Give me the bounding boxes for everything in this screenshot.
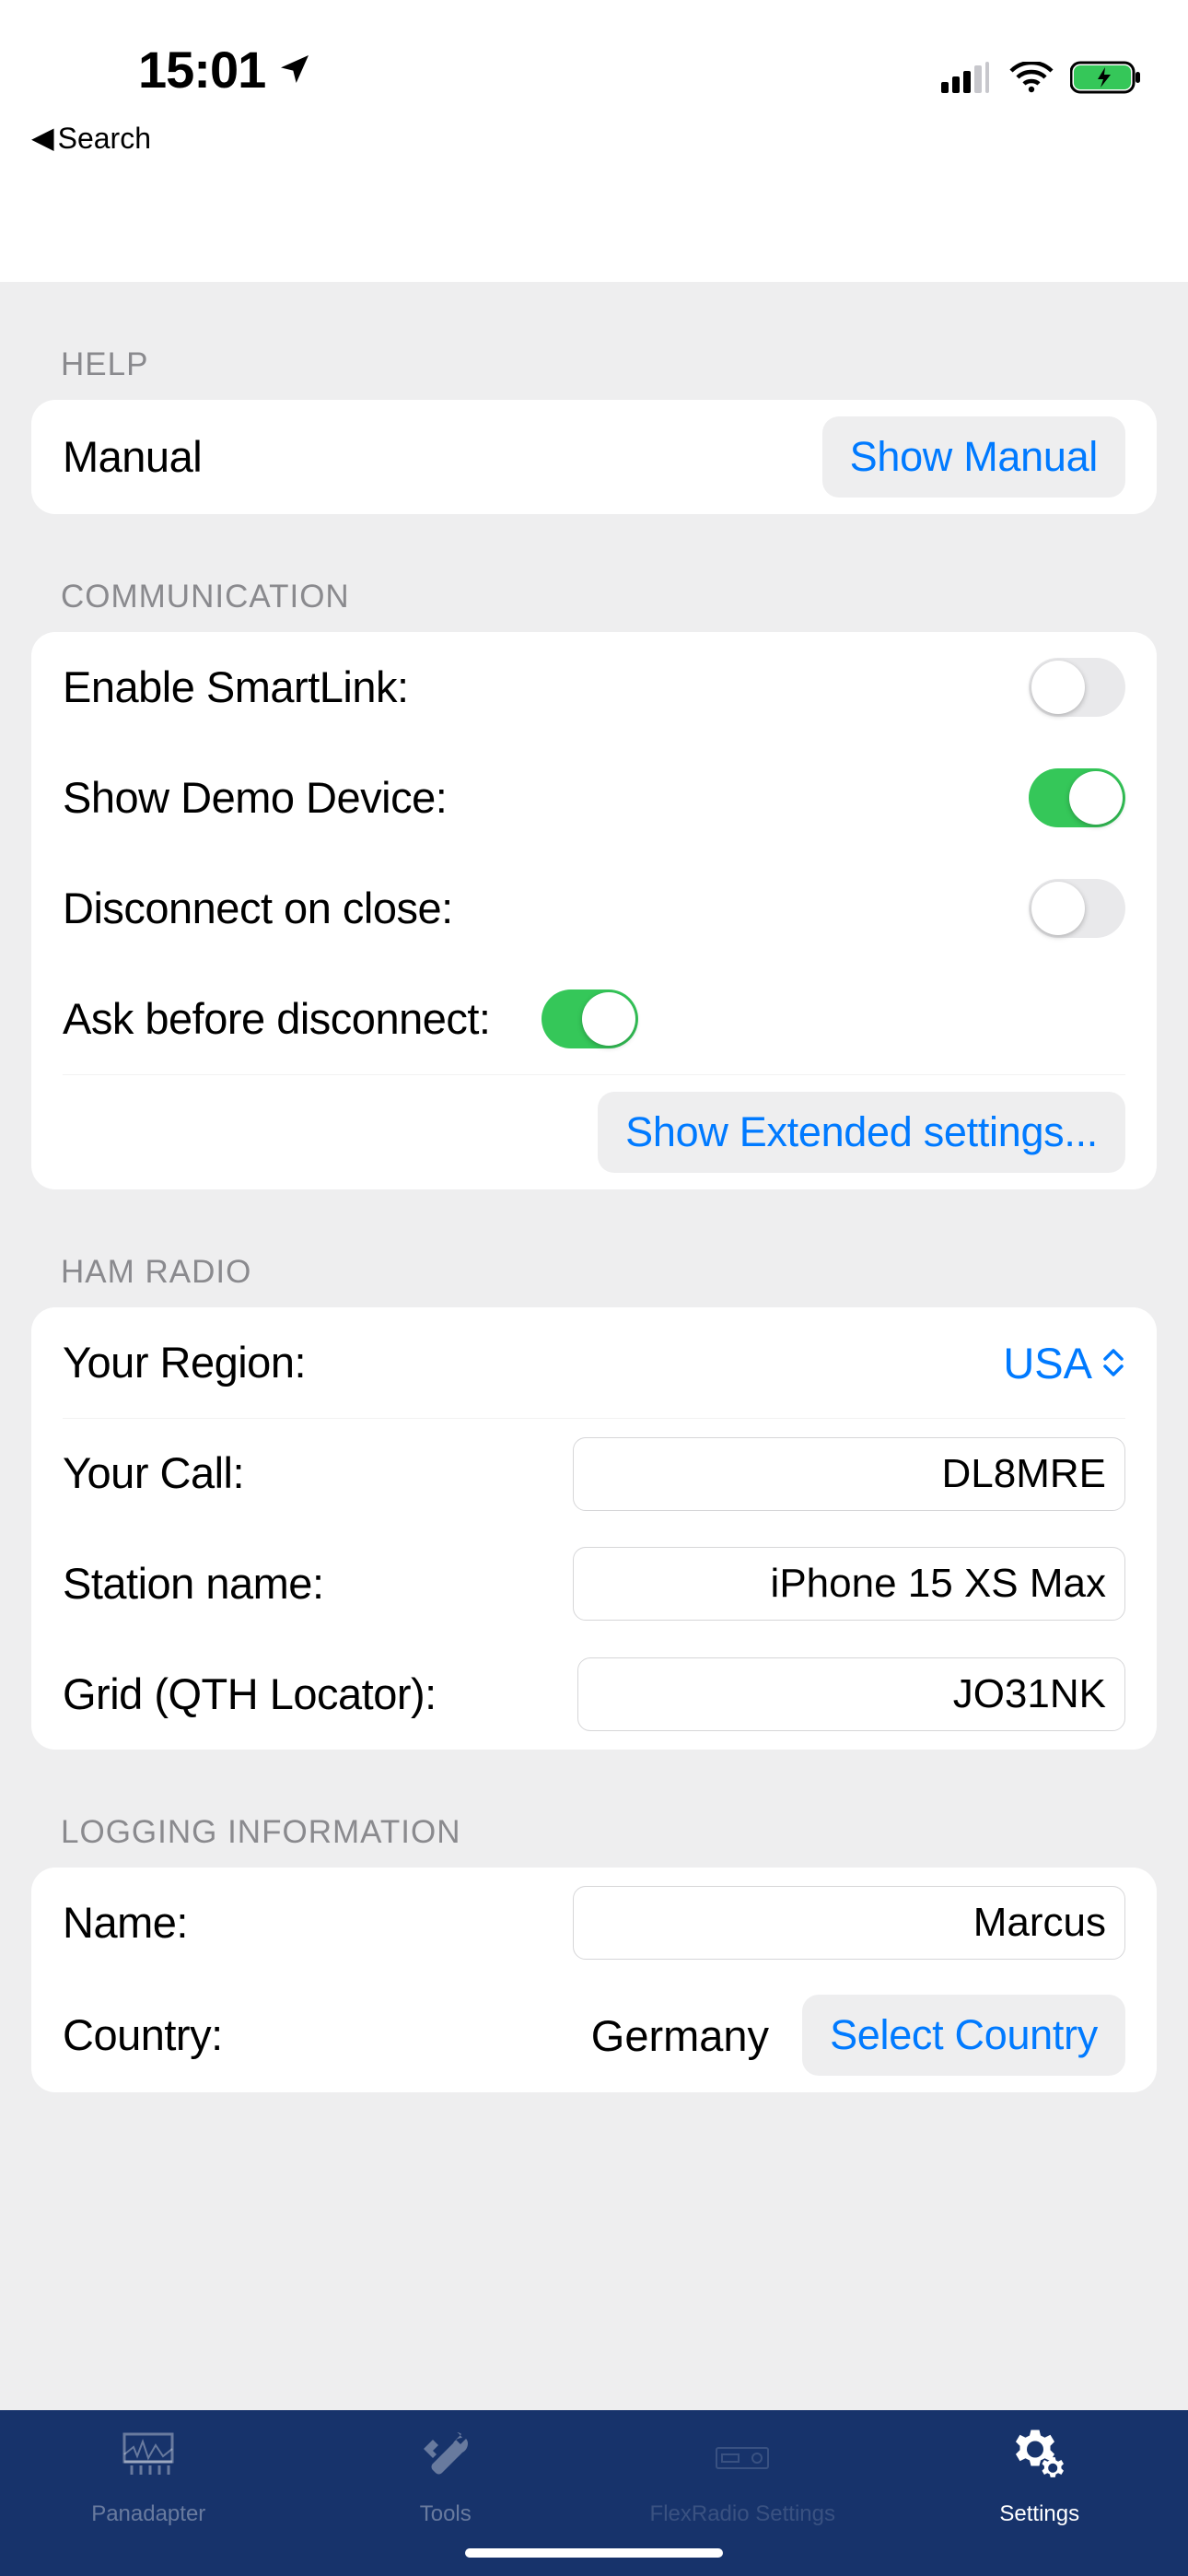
ask-before-disconnect-row: Ask before disconnect: bbox=[63, 964, 1125, 1074]
grid-locator-row: Grid (QTH Locator): bbox=[63, 1639, 1125, 1750]
tab-tools[interactable]: Tools bbox=[297, 2429, 595, 2527]
tab-settings[interactable]: Settings bbox=[891, 2429, 1188, 2527]
ask-before-disconnect-toggle[interactable] bbox=[542, 989, 638, 1048]
section-header-help: HELP bbox=[0, 282, 1188, 400]
logging-country-label: Country: bbox=[63, 2008, 250, 2063]
communication-card: Enable SmartLink: Show Demo Device: Disc… bbox=[31, 632, 1157, 1189]
region-row: Your Region: USA bbox=[63, 1307, 1125, 1418]
tools-icon bbox=[416, 2429, 475, 2494]
chevron-up-down-icon bbox=[1101, 1348, 1125, 1377]
header-spacer bbox=[0, 166, 1188, 282]
manual-row: Manual Show Manual bbox=[63, 400, 1125, 514]
help-card: Manual Show Manual bbox=[31, 400, 1157, 514]
location-arrow-icon bbox=[276, 40, 313, 100]
enable-smartlink-row: Enable SmartLink: bbox=[63, 632, 1125, 743]
disconnect-on-close-label: Disconnect on close: bbox=[63, 882, 1029, 936]
wifi-icon bbox=[1009, 62, 1054, 98]
logging-card: Name: Country: Germany Select Country bbox=[31, 1868, 1157, 2092]
select-country-button[interactable]: Select Country bbox=[802, 1995, 1125, 2076]
tab-flexradio-label: FlexRadio Settings bbox=[650, 2501, 835, 2527]
grid-locator-input[interactable] bbox=[577, 1657, 1125, 1731]
tab-bar: Panadapter Tools FlexRadio Settings bbox=[0, 2410, 1188, 2576]
extended-settings-row: Show Extended settings... bbox=[63, 1074, 1125, 1189]
gear-icon bbox=[1010, 2429, 1069, 2494]
grid-locator-label: Grid (QTH Locator): bbox=[63, 1668, 577, 1722]
back-chevron-icon: ◀ bbox=[31, 123, 54, 152]
show-demo-device-label: Show Demo Device: bbox=[63, 771, 1029, 825]
status-bar: 15:01 bbox=[0, 0, 1188, 111]
panadapter-icon bbox=[119, 2429, 178, 2494]
enable-smartlink-toggle[interactable] bbox=[1029, 658, 1125, 717]
station-name-label: Station name: bbox=[63, 1557, 573, 1611]
section-header-ham-radio: HAM RADIO bbox=[0, 1189, 1188, 1307]
logging-country-value: Germany bbox=[591, 2010, 780, 2061]
logging-name-row: Name: bbox=[63, 1868, 1125, 1978]
your-call-label: Your Call: bbox=[63, 1446, 573, 1501]
station-name-input[interactable] bbox=[573, 1547, 1125, 1621]
your-call-input[interactable] bbox=[573, 1437, 1125, 1511]
tab-flexradio-settings[interactable]: FlexRadio Settings bbox=[594, 2429, 891, 2527]
status-right bbox=[640, 60, 1142, 100]
tab-tools-label: Tools bbox=[420, 2501, 472, 2527]
show-demo-device-toggle[interactable] bbox=[1029, 768, 1125, 827]
nav-back[interactable]: ◀ Search bbox=[0, 111, 1188, 166]
ask-before-disconnect-label: Ask before disconnect: bbox=[63, 992, 542, 1047]
region-value: USA bbox=[1003, 1338, 1092, 1388]
logging-name-label: Name: bbox=[63, 1896, 573, 1950]
status-time: 15:01 bbox=[138, 40, 265, 100]
logging-country-row: Country: Germany Select Country bbox=[63, 1978, 1125, 2092]
nav-back-label: Search bbox=[58, 122, 151, 156]
status-time-group: 15:01 bbox=[46, 40, 640, 100]
ham-radio-card: Your Region: USA Your Call: Station name… bbox=[31, 1307, 1157, 1750]
manual-label: Manual bbox=[63, 430, 822, 485]
home-indicator[interactable] bbox=[465, 2548, 723, 2558]
enable-smartlink-label: Enable SmartLink: bbox=[63, 661, 1029, 715]
cellular-signal-icon bbox=[941, 62, 993, 98]
your-call-row: Your Call: bbox=[63, 1418, 1125, 1528]
show-manual-button[interactable]: Show Manual bbox=[822, 416, 1125, 498]
station-name-row: Station name: bbox=[63, 1528, 1125, 1639]
settings-content: HELP Manual Show Manual COMMUNICATION En… bbox=[0, 282, 1188, 2410]
section-header-communication: COMMUNICATION bbox=[0, 514, 1188, 632]
region-select[interactable]: USA bbox=[1003, 1338, 1125, 1388]
region-label: Your Region: bbox=[63, 1336, 1003, 1390]
show-demo-device-row: Show Demo Device: bbox=[63, 743, 1125, 853]
flexradio-icon bbox=[713, 2429, 772, 2494]
logging-name-input[interactable] bbox=[573, 1886, 1125, 1960]
show-extended-settings-button[interactable]: Show Extended settings... bbox=[598, 1092, 1125, 1173]
tab-panadapter[interactable]: Panadapter bbox=[0, 2429, 297, 2527]
disconnect-on-close-row: Disconnect on close: bbox=[63, 853, 1125, 964]
battery-charging-icon bbox=[1070, 60, 1142, 100]
disconnect-on-close-toggle[interactable] bbox=[1029, 879, 1125, 938]
tab-settings-label: Settings bbox=[999, 2501, 1079, 2527]
section-header-logging: LOGGING INFORMATION bbox=[0, 1750, 1188, 1868]
tab-panadapter-label: Panadapter bbox=[91, 2501, 205, 2527]
